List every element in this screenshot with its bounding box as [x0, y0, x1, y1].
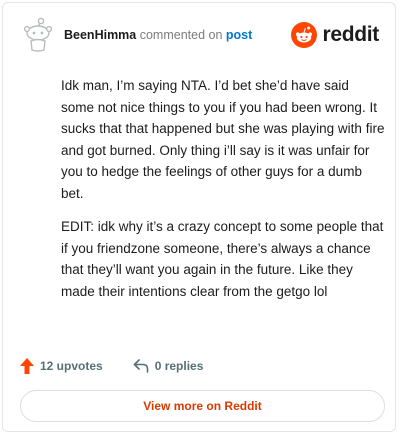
- reddit-wordmark: reddit: [322, 23, 379, 46]
- comment-paragraph-edit: EDIT: idk why it’s a crazy concept to so…: [61, 219, 384, 299]
- reply-count: 0 replies: [154, 359, 204, 373]
- replies-button[interactable]: 0 replies: [133, 359, 204, 373]
- comment-author[interactable]: BeenHimma: [64, 28, 136, 42]
- view-more-on-reddit-button[interactable]: View more on Reddit: [20, 390, 385, 422]
- embedded-comment-card: BeenHimma commented on post reddit Idk m…: [2, 2, 396, 432]
- upvote-button[interactable]: 12 upvotes: [20, 358, 103, 374]
- view-more-label: View more on Reddit: [143, 399, 262, 413]
- snoo-avatar-icon[interactable]: [21, 17, 55, 53]
- comment-body: Idk man, I’m saying NTA. I’d bet she’d h…: [61, 75, 385, 314]
- comment-paragraph: Idk man, I’m saying NTA. I’d bet she’d h…: [61, 78, 385, 201]
- comment-meta: BeenHimma commented on post: [64, 28, 252, 42]
- upvote-arrow-icon: [20, 358, 34, 374]
- reddit-brand[interactable]: reddit: [291, 21, 379, 49]
- comment-action-text: commented on: [139, 28, 223, 42]
- comment-actions: 12 upvotes 0 replies: [20, 355, 233, 377]
- upvote-count: 12 upvotes: [40, 359, 103, 373]
- reply-arrow-icon: [133, 359, 149, 373]
- post-link[interactable]: post: [226, 28, 252, 42]
- reddit-logo-icon: [291, 22, 318, 48]
- comment-header: BeenHimma commented on post reddit: [21, 17, 379, 57]
